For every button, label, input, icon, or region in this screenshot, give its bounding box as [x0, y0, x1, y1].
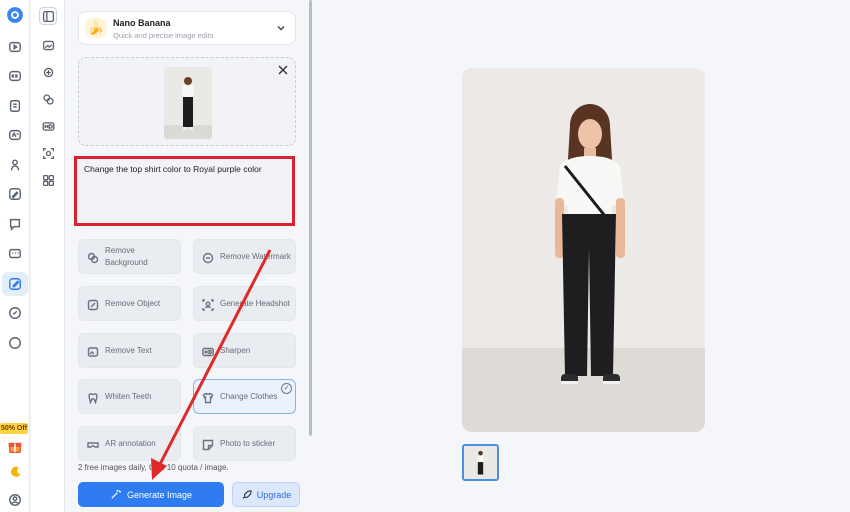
upgrade-button[interactable]: Upgrade [232, 482, 300, 507]
tool-label: Photo to sticker [220, 438, 276, 448]
uploaded-image-thumbnail [164, 67, 212, 139]
video-icon[interactable] [5, 37, 25, 57]
tool-ar-annotation[interactable]: AR annotation [78, 426, 181, 461]
moon-icon[interactable] [5, 462, 25, 482]
quota-note: 2 free images daily, then 10 quota / ima… [78, 463, 229, 472]
more-icon[interactable] [5, 333, 25, 353]
tool-generate-headshot[interactable]: Generate Headshot [193, 286, 296, 321]
pen-icon[interactable] [5, 184, 25, 204]
chat-bot-icon[interactable] [5, 214, 25, 234]
panel-scrollbar[interactable] [309, 0, 312, 436]
model-subtitle: Quick and precise image edits [113, 31, 214, 40]
hd-icon [202, 345, 214, 357]
tool-change-clothes[interactable]: Change Clothes ✓ [193, 379, 296, 414]
tooth-icon [87, 391, 99, 405]
tool-whiten-teeth[interactable]: Whiten Teeth [78, 379, 181, 414]
promo-badge[interactable]: 50% Off [0, 423, 28, 434]
tool-remove-background[interactable]: Remove Background [78, 239, 181, 274]
generate-image-button[interactable]: Generate Image [78, 482, 224, 507]
tool-remove-object[interactable]: Remove Object [78, 286, 181, 321]
remove-text-icon [87, 345, 99, 357]
tool-remove-text[interactable]: Remove Text [78, 333, 181, 368]
user-avatar-icon[interactable] [5, 490, 25, 510]
tool-label: Sharpen [220, 345, 251, 355]
grid-icon[interactable] [39, 171, 57, 189]
headshot-icon [202, 298, 214, 311]
magic-wand-icon [111, 489, 121, 499]
tool-remove-watermark[interactable]: Remove Watermark [193, 239, 296, 274]
model-name: Nano Banana [113, 18, 171, 28]
cc-icon[interactable] [5, 66, 25, 86]
upload-area[interactable] [78, 57, 296, 146]
upgrade-label: Upgrade [256, 489, 292, 500]
tool-label: Remove Background [105, 245, 148, 267]
face-scan-icon[interactable] [39, 144, 57, 162]
sticker-icon [202, 438, 214, 451]
model-selector[interactable]: 🍌 Nano Banana Quick and precise image ed… [78, 11, 296, 45]
translate-icon[interactable] [5, 125, 25, 145]
tool-label: Remove Watermark [220, 251, 291, 261]
tool-panel: 🍌 Nano Banana Quick and precise image ed… [66, 0, 310, 512]
tool-photo-to-sticker[interactable]: Photo to sticker [193, 426, 296, 461]
tool-sharpen[interactable]: Sharpen [193, 333, 296, 368]
image-edit-icon[interactable] [2, 272, 28, 296]
cloud-chat-icon[interactable] [5, 303, 25, 323]
close-icon[interactable] [277, 64, 289, 76]
prompt-input[interactable]: Change the top shirt color to Royal purp… [74, 156, 295, 226]
tool-label: AR annotation [105, 438, 156, 448]
secondary-rail [31, 0, 65, 512]
tool-label: Generate Headshot [220, 298, 290, 308]
chevron-down-icon [277, 26, 285, 31]
prompt-text: Change the top shirt color to Royal purp… [84, 164, 262, 174]
vr-glasses-icon [87, 438, 99, 450]
layers-icon[interactable] [39, 90, 57, 108]
shirt-icon [202, 391, 214, 404]
message-icon[interactable] [5, 244, 25, 264]
ai-person-icon[interactable] [5, 155, 25, 175]
gift-icon[interactable] [5, 437, 25, 457]
remove-watermark-icon [202, 251, 214, 264]
toggle-sidebar-icon[interactable] [39, 7, 57, 25]
tool-label: Whiten Teeth [105, 391, 152, 401]
remove-background-icon [87, 251, 99, 264]
check-icon: ✓ [281, 383, 292, 394]
thumbnail-selected[interactable] [462, 444, 499, 481]
tool-label: Remove Object [105, 298, 161, 308]
remove-object-icon [87, 298, 99, 311]
tool-label: Remove Text [105, 345, 152, 355]
hd-icon[interactable] [39, 117, 57, 135]
rocket-icon [242, 490, 252, 499]
app-logo-icon[interactable] [5, 5, 25, 25]
main-image-preview [462, 68, 705, 432]
magic-icon[interactable] [39, 63, 57, 81]
image-icon[interactable] [39, 36, 57, 54]
generate-label: Generate Image [126, 489, 193, 500]
document-icon[interactable] [5, 96, 25, 116]
primary-rail: 50% Off [0, 0, 30, 512]
banana-icon: 🍌 [85, 17, 107, 39]
